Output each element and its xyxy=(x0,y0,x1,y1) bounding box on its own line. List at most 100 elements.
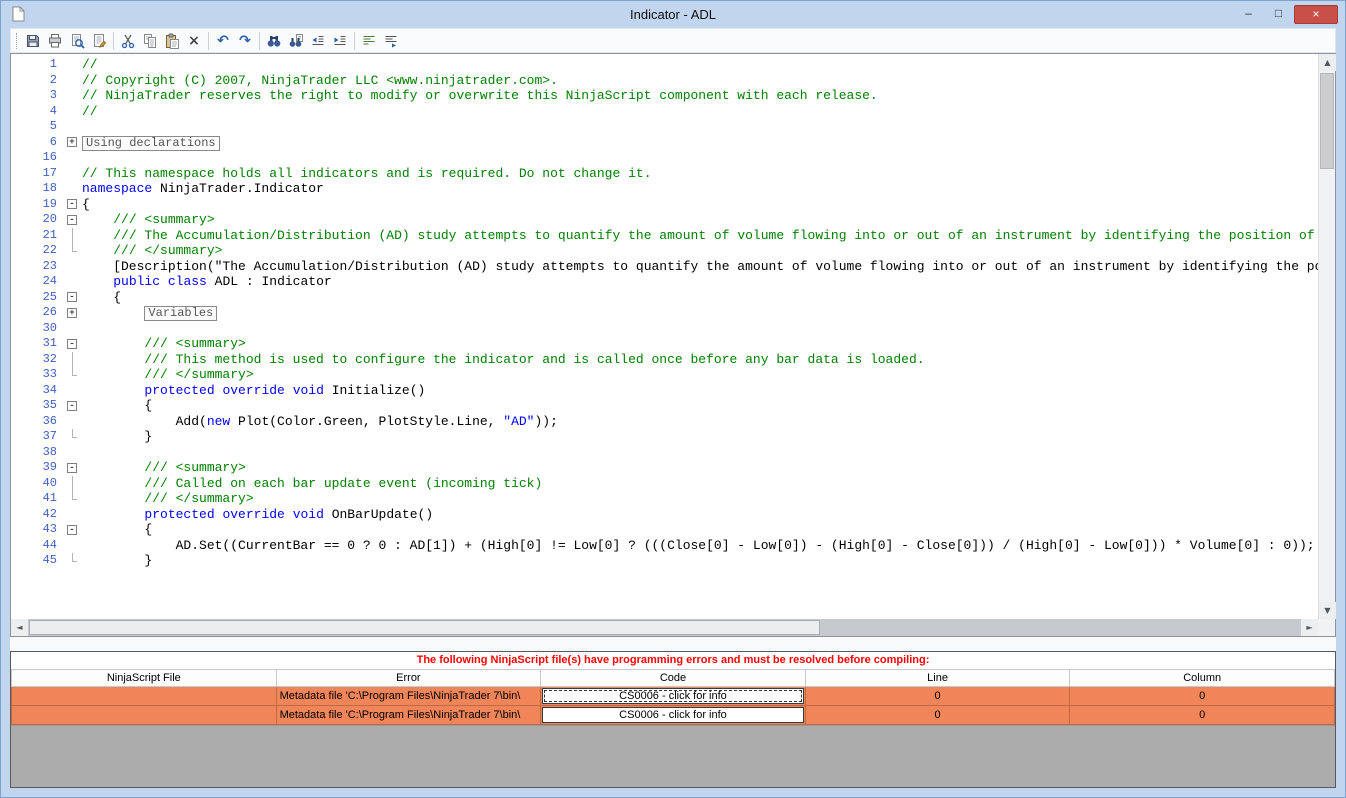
toolbar: × ↶ ↷ xyxy=(10,28,1336,53)
column-header-code[interactable]: Code xyxy=(540,669,806,687)
error-panel-background xyxy=(11,725,1335,787)
horizontal-scrollbar-thumb[interactable] xyxy=(29,620,820,635)
paste-button[interactable] xyxy=(161,30,183,52)
code-line: 39- /// <summary> xyxy=(11,460,1318,476)
comment-icon xyxy=(361,33,377,49)
code-line: 17// This namespace holds all indicators… xyxy=(11,166,1318,182)
fold-margin xyxy=(65,491,82,507)
column-header-error[interactable]: Error xyxy=(275,669,542,687)
print-preview-button[interactable] xyxy=(66,30,88,52)
code-line: 2// Copyright (C) 2007, NinjaTrader LLC … xyxy=(11,73,1318,89)
print-preview-icon xyxy=(69,33,85,49)
scrollbar-corner xyxy=(1318,619,1335,636)
scroll-down-icon[interactable]: ▼ xyxy=(1319,602,1336,619)
indent-button[interactable] xyxy=(329,30,351,52)
line-number: 42 xyxy=(42,506,57,521)
minimize-button[interactable]: – xyxy=(1234,5,1263,24)
delete-icon: × xyxy=(188,32,200,49)
panel-gap xyxy=(10,637,1336,651)
outdent-icon xyxy=(310,33,326,49)
undo-button[interactable]: ↶ xyxy=(212,30,234,52)
fold-margin xyxy=(65,445,82,461)
scroll-left-icon[interactable]: ◄ xyxy=(11,619,28,636)
fold-toggle-icon[interactable]: - xyxy=(67,524,77,535)
line-number: 1 xyxy=(49,57,57,71)
save-button[interactable] xyxy=(22,30,44,52)
code-line: 31- /// <summary> xyxy=(11,336,1318,352)
code-line: 43- { xyxy=(11,522,1318,538)
outdent-button[interactable] xyxy=(307,30,329,52)
code-line: 37 } xyxy=(11,429,1318,445)
collapsed-region-box[interactable]: Using declarations xyxy=(82,135,220,151)
delete-button[interactable]: × xyxy=(183,30,205,52)
error-table: NinjaScript File Error Code Line Column Meta… xyxy=(11,669,1335,725)
error-row[interactable]: Metadata file 'C:\Program Files\NinjaTra… xyxy=(11,705,1335,725)
titlebar[interactable]: Indicator - ADL – □ × xyxy=(1,1,1345,28)
fold-toggle-icon[interactable]: + xyxy=(67,137,77,147)
replace-icon xyxy=(288,33,304,49)
scroll-right-icon[interactable]: ► xyxy=(1301,619,1318,636)
redo-button[interactable]: ↷ xyxy=(234,30,256,52)
uncomment-button[interactable] xyxy=(380,30,402,52)
fold-toggle-icon[interactable]: + xyxy=(67,307,77,318)
vertical-scrollbar-thumb[interactable] xyxy=(1320,73,1334,169)
page-setup-button[interactable] xyxy=(88,30,110,52)
replace-button[interactable] xyxy=(285,30,307,52)
collapsed-region-box[interactable]: Variables xyxy=(144,306,218,321)
fold-margin xyxy=(65,88,82,104)
column-header-column[interactable]: Column xyxy=(1069,669,1335,687)
code-line: 36 Add(new Plot(Color.Green, PlotStyle.L… xyxy=(11,414,1318,430)
toolbar-grip[interactable] xyxy=(16,32,17,49)
error-code-button[interactable]: CS0006 - click for info xyxy=(542,707,804,723)
code-line: 42 protected override void OnBarUpdate() xyxy=(11,507,1318,523)
line-number: 40 xyxy=(42,475,57,490)
cut-button[interactable] xyxy=(117,30,139,52)
fold-margin xyxy=(65,475,82,492)
fold-toggle-icon[interactable]: - xyxy=(67,199,77,209)
code-line: 3// NinjaTrader reserves the right to mo… xyxy=(11,88,1318,104)
fold-margin: - xyxy=(65,522,82,538)
code-line: 21 /// The Accumulation/Distribution (AD… xyxy=(11,227,1318,244)
save-icon xyxy=(25,33,41,49)
fold-toggle-icon[interactable]: - xyxy=(67,214,77,225)
code-line: 18 namespace NinjaTrader.Indicator xyxy=(11,181,1318,197)
toolbar-separator xyxy=(208,31,209,50)
line-number: 23 xyxy=(42,258,57,273)
fold-toggle-icon[interactable]: - xyxy=(67,292,77,302)
fold-margin xyxy=(65,351,82,368)
code-line: 33 /// </summary> xyxy=(11,367,1318,383)
column-header-ninjascript-file[interactable]: NinjaScript File xyxy=(11,669,277,687)
code-line: 20- /// <summary> xyxy=(11,212,1318,228)
copy-button[interactable] xyxy=(139,30,161,52)
paste-icon xyxy=(164,33,180,49)
fold-margin xyxy=(65,383,82,399)
line-number: 25 xyxy=(42,289,57,304)
undo-icon: ↶ xyxy=(217,32,229,49)
error-code-button[interactable]: CS0006 - click for info xyxy=(542,688,804,704)
scroll-up-icon[interactable]: ▲ xyxy=(1319,54,1336,71)
close-button[interactable]: × xyxy=(1294,5,1338,24)
code-editor[interactable]: 1//2// Copyright (C) 2007, NinjaTrader L… xyxy=(11,54,1318,619)
find-icon xyxy=(266,33,282,49)
print-button[interactable] xyxy=(44,30,66,52)
uncomment-icon xyxy=(383,33,399,49)
fold-toggle-icon[interactable]: - xyxy=(67,338,77,349)
find-button[interactable] xyxy=(263,30,285,52)
error-table-body: Metadata file 'C:\Program Files\NinjaTra… xyxy=(11,686,1335,725)
fold-margin xyxy=(65,321,82,337)
fold-margin xyxy=(65,538,82,554)
window: Indicator - ADL – □ × × ↶ ↷ 1//2// Copyrig… xyxy=(0,0,1346,798)
code-line: 1// xyxy=(11,57,1318,73)
horizontal-scrollbar[interactable]: ◄ ► xyxy=(11,619,1318,636)
vertical-scrollbar[interactable]: ▲ ▼ xyxy=(1318,54,1336,619)
maximize-button[interactable]: □ xyxy=(1264,5,1293,24)
column-header-line[interactable]: Line xyxy=(804,669,1071,687)
line-number: 17 xyxy=(42,165,57,180)
error-row[interactable]: Metadata file 'C:\Program Files\NinjaTra… xyxy=(11,686,1335,706)
comment-button[interactable] xyxy=(358,30,380,52)
toolbar-separator xyxy=(259,31,260,50)
fold-toggle-icon[interactable]: - xyxy=(67,400,77,411)
fold-margin xyxy=(65,367,82,383)
code-line: 16 xyxy=(11,150,1318,166)
fold-toggle-icon[interactable]: - xyxy=(67,462,77,473)
